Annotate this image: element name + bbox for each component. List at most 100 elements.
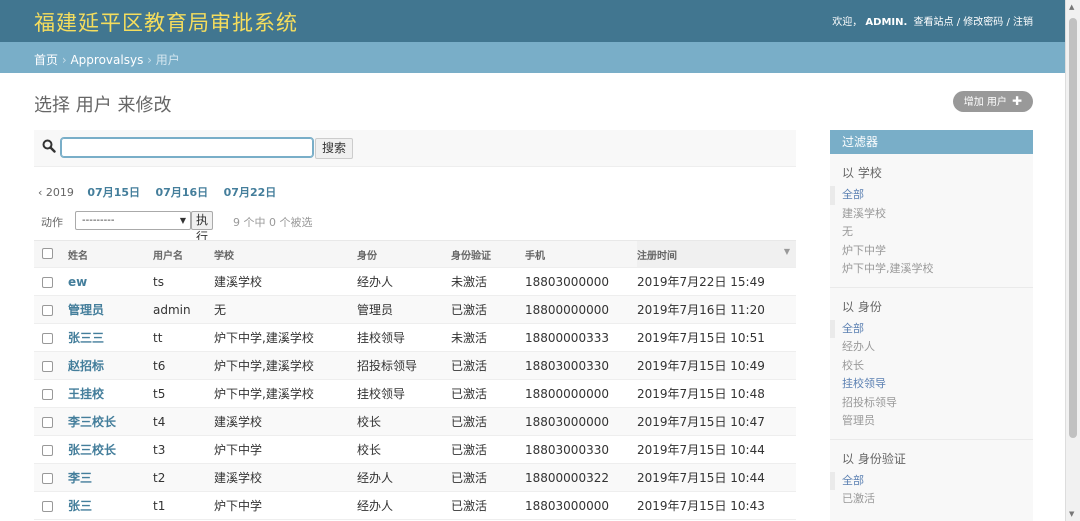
filter-option[interactable]: 全部 xyxy=(830,319,1033,338)
user-name-link[interactable]: 赵招标 xyxy=(68,351,153,380)
filter-option[interactable]: 建溪学校 xyxy=(830,205,1033,224)
logout-link[interactable]: 注销 xyxy=(1013,17,1033,28)
date-back-link[interactable]: ‹ 2019 xyxy=(38,186,74,199)
filter-group-title: 以 学校 xyxy=(842,166,882,180)
filter-option[interactable]: 已激活 xyxy=(830,490,1033,509)
change-password-link[interactable]: 修改密码 xyxy=(963,17,1003,28)
row-checkbox[interactable] xyxy=(34,351,68,380)
filter-option[interactable]: 全部 xyxy=(830,186,1033,205)
row-checkbox[interactable] xyxy=(34,491,68,520)
table-cell: t1 xyxy=(153,491,214,520)
welcome-text: 欢迎， xyxy=(832,17,863,28)
search-input[interactable] xyxy=(60,137,314,158)
filter-option[interactable]: 全部 xyxy=(830,471,1033,490)
table-cell: 已激活 xyxy=(451,407,525,436)
table-cell: 校长 xyxy=(357,435,451,464)
site-branding[interactable]: 福建延平区教育局审批系统 xyxy=(34,7,298,37)
table-cell: 建溪学校 xyxy=(214,267,357,296)
filter-option[interactable]: 招投标领导 xyxy=(830,394,1033,413)
table-cell: ts xyxy=(153,267,214,296)
date-day-link[interactable]: 07月16日 xyxy=(156,186,209,199)
filter-option[interactable]: 校长 xyxy=(830,357,1033,376)
table-cell: 炉下中学,建溪学校 xyxy=(214,351,357,380)
table-cell: 未激活 xyxy=(451,267,525,296)
column-header[interactable]: 身份验证 xyxy=(451,240,525,268)
row-checkbox[interactable] xyxy=(34,267,68,296)
table-row: 张三三 tt 炉下中学,建溪学校 挂校领导 未激活 18800000333 2019年7月1… xyxy=(34,323,796,352)
user-name-link[interactable]: 李三 xyxy=(68,463,153,492)
table-cell: 炉下中学 xyxy=(214,435,357,464)
table-cell: 2019年7月22日 15:49 xyxy=(637,267,796,296)
user-name-link[interactable]: 管理员 xyxy=(68,295,153,324)
run-action-button[interactable]: 执行 xyxy=(191,211,214,244)
add-user-label: 增加 用户 xyxy=(963,97,1007,108)
table-cell: 已激活 xyxy=(451,491,525,520)
table-cell: t3 xyxy=(153,435,214,464)
breadcrumb-home[interactable]: 首页 xyxy=(34,53,58,67)
add-user-button[interactable]: 增加 用户 ✚ xyxy=(952,91,1033,112)
breadcrumb-app[interactable]: Approvalsys xyxy=(70,53,143,67)
column-header[interactable]: 用户名 xyxy=(153,240,214,268)
table-cell: 18800000000 xyxy=(525,295,637,324)
table-row: 张三 t1 炉下中学 经办人 已激活 18803000000 2019年7月15日 10:4… xyxy=(34,491,796,520)
filter-divider xyxy=(830,286,1033,288)
date-hierarchy: ‹ 2019 07月15日 07月16日 07月22日 xyxy=(38,184,288,200)
filter-option[interactable]: 管理员 xyxy=(830,412,1033,431)
filter-option[interactable]: 经办人 xyxy=(830,338,1033,357)
table-cell: 炉下中学,建溪学校 xyxy=(214,379,357,408)
column-header[interactable]: 姓名 xyxy=(68,240,153,268)
user-name-link[interactable]: 张三校长 xyxy=(68,435,153,464)
user-name-link[interactable]: 张三三 xyxy=(68,323,153,352)
row-checkbox[interactable] xyxy=(34,295,68,324)
column-header-sorted[interactable]: 注册时间 ▼ xyxy=(637,240,796,268)
filter-title: 过滤器 xyxy=(830,130,1033,154)
table-cell: 18800000322 xyxy=(525,463,637,492)
table-cell: 2019年7月15日 10:48 xyxy=(637,379,796,408)
column-header[interactable]: 身份 xyxy=(357,240,451,268)
user-name-link[interactable]: 李三校长 xyxy=(68,407,153,436)
table-cell: 已激活 xyxy=(451,435,525,464)
filter-option[interactable]: 炉下中学 xyxy=(830,242,1033,261)
table-cell: 2019年7月15日 10:51 xyxy=(637,323,796,352)
table-row: 赵招标 t6 炉下中学,建溪学校 招投标领导 已激活 18803000330 2019年7月… xyxy=(34,351,796,380)
date-day-link[interactable]: 07月15日 xyxy=(87,186,140,199)
table-cell: 管理员 xyxy=(357,295,451,324)
page-title: 选择 用户 来修改 xyxy=(34,95,172,116)
filter-option[interactable]: 炉下中学,建溪学校 xyxy=(830,260,1033,279)
scrollbar[interactable]: ▲ ▼ xyxy=(1065,0,1080,521)
user-name-link[interactable]: 张三 xyxy=(68,491,153,520)
user-name-link[interactable]: ew xyxy=(68,267,153,296)
filter-list: 全部 建溪学校无炉下中学 炉下中学,建溪学校 xyxy=(830,186,1033,279)
breadcrumb: 首页 › Approvalsys › 用户 xyxy=(0,42,1066,73)
select-all-checkbox[interactable] xyxy=(34,240,68,268)
column-header[interactable]: 手机 xyxy=(525,240,637,268)
row-checkbox[interactable] xyxy=(34,407,68,436)
filter-option[interactable]: 挂校领导 xyxy=(830,375,1033,394)
view-site-link[interactable]: 查看站点 xyxy=(914,17,954,28)
scroll-up-icon[interactable]: ▲ xyxy=(1069,3,1074,11)
user-name-link[interactable]: 王挂校 xyxy=(68,379,153,408)
filter-group-title: 以 身份验证 xyxy=(842,451,906,466)
search-toolbar: 搜索 xyxy=(34,130,796,167)
row-checkbox[interactable] xyxy=(34,463,68,492)
filter-option[interactable]: 无 xyxy=(830,223,1033,242)
selection-counter: 9 个中 0 个被选 xyxy=(233,216,313,229)
row-checkbox[interactable] xyxy=(34,379,68,408)
table-header-row: 姓名 用户名 学校 身份 身份验证 手机 注册时间 ▼ xyxy=(34,240,796,268)
table-cell: 挂校领导 xyxy=(357,323,451,352)
table-cell: 建溪学校 xyxy=(214,463,357,492)
sort-descending-icon[interactable]: ▼ xyxy=(784,247,790,256)
row-checkbox[interactable] xyxy=(34,323,68,352)
search-button[interactable]: 搜索 xyxy=(315,138,354,159)
action-select[interactable]: --------- ▼ xyxy=(75,211,191,230)
scrollbar-thumb[interactable] xyxy=(1069,18,1077,438)
column-header[interactable]: 学校 xyxy=(214,240,357,268)
table-cell: 经办人 xyxy=(357,463,451,492)
table-row: 张三校长 t3 炉下中学 校长 已激活 18803000330 2019年7月15日 10:… xyxy=(34,435,796,464)
table-cell: 已激活 xyxy=(451,463,525,492)
result-table: 姓名 用户名 学校 身份 身份验证 手机 注册时间 ▼ ew ts 建溪学校 经办人 未激… xyxy=(34,240,796,520)
row-checkbox[interactable] xyxy=(34,435,68,464)
table-cell: 18803000330 xyxy=(525,351,637,380)
date-day-link[interactable]: 07月22日 xyxy=(224,186,277,199)
scroll-down-icon[interactable]: ▼ xyxy=(1069,510,1074,518)
